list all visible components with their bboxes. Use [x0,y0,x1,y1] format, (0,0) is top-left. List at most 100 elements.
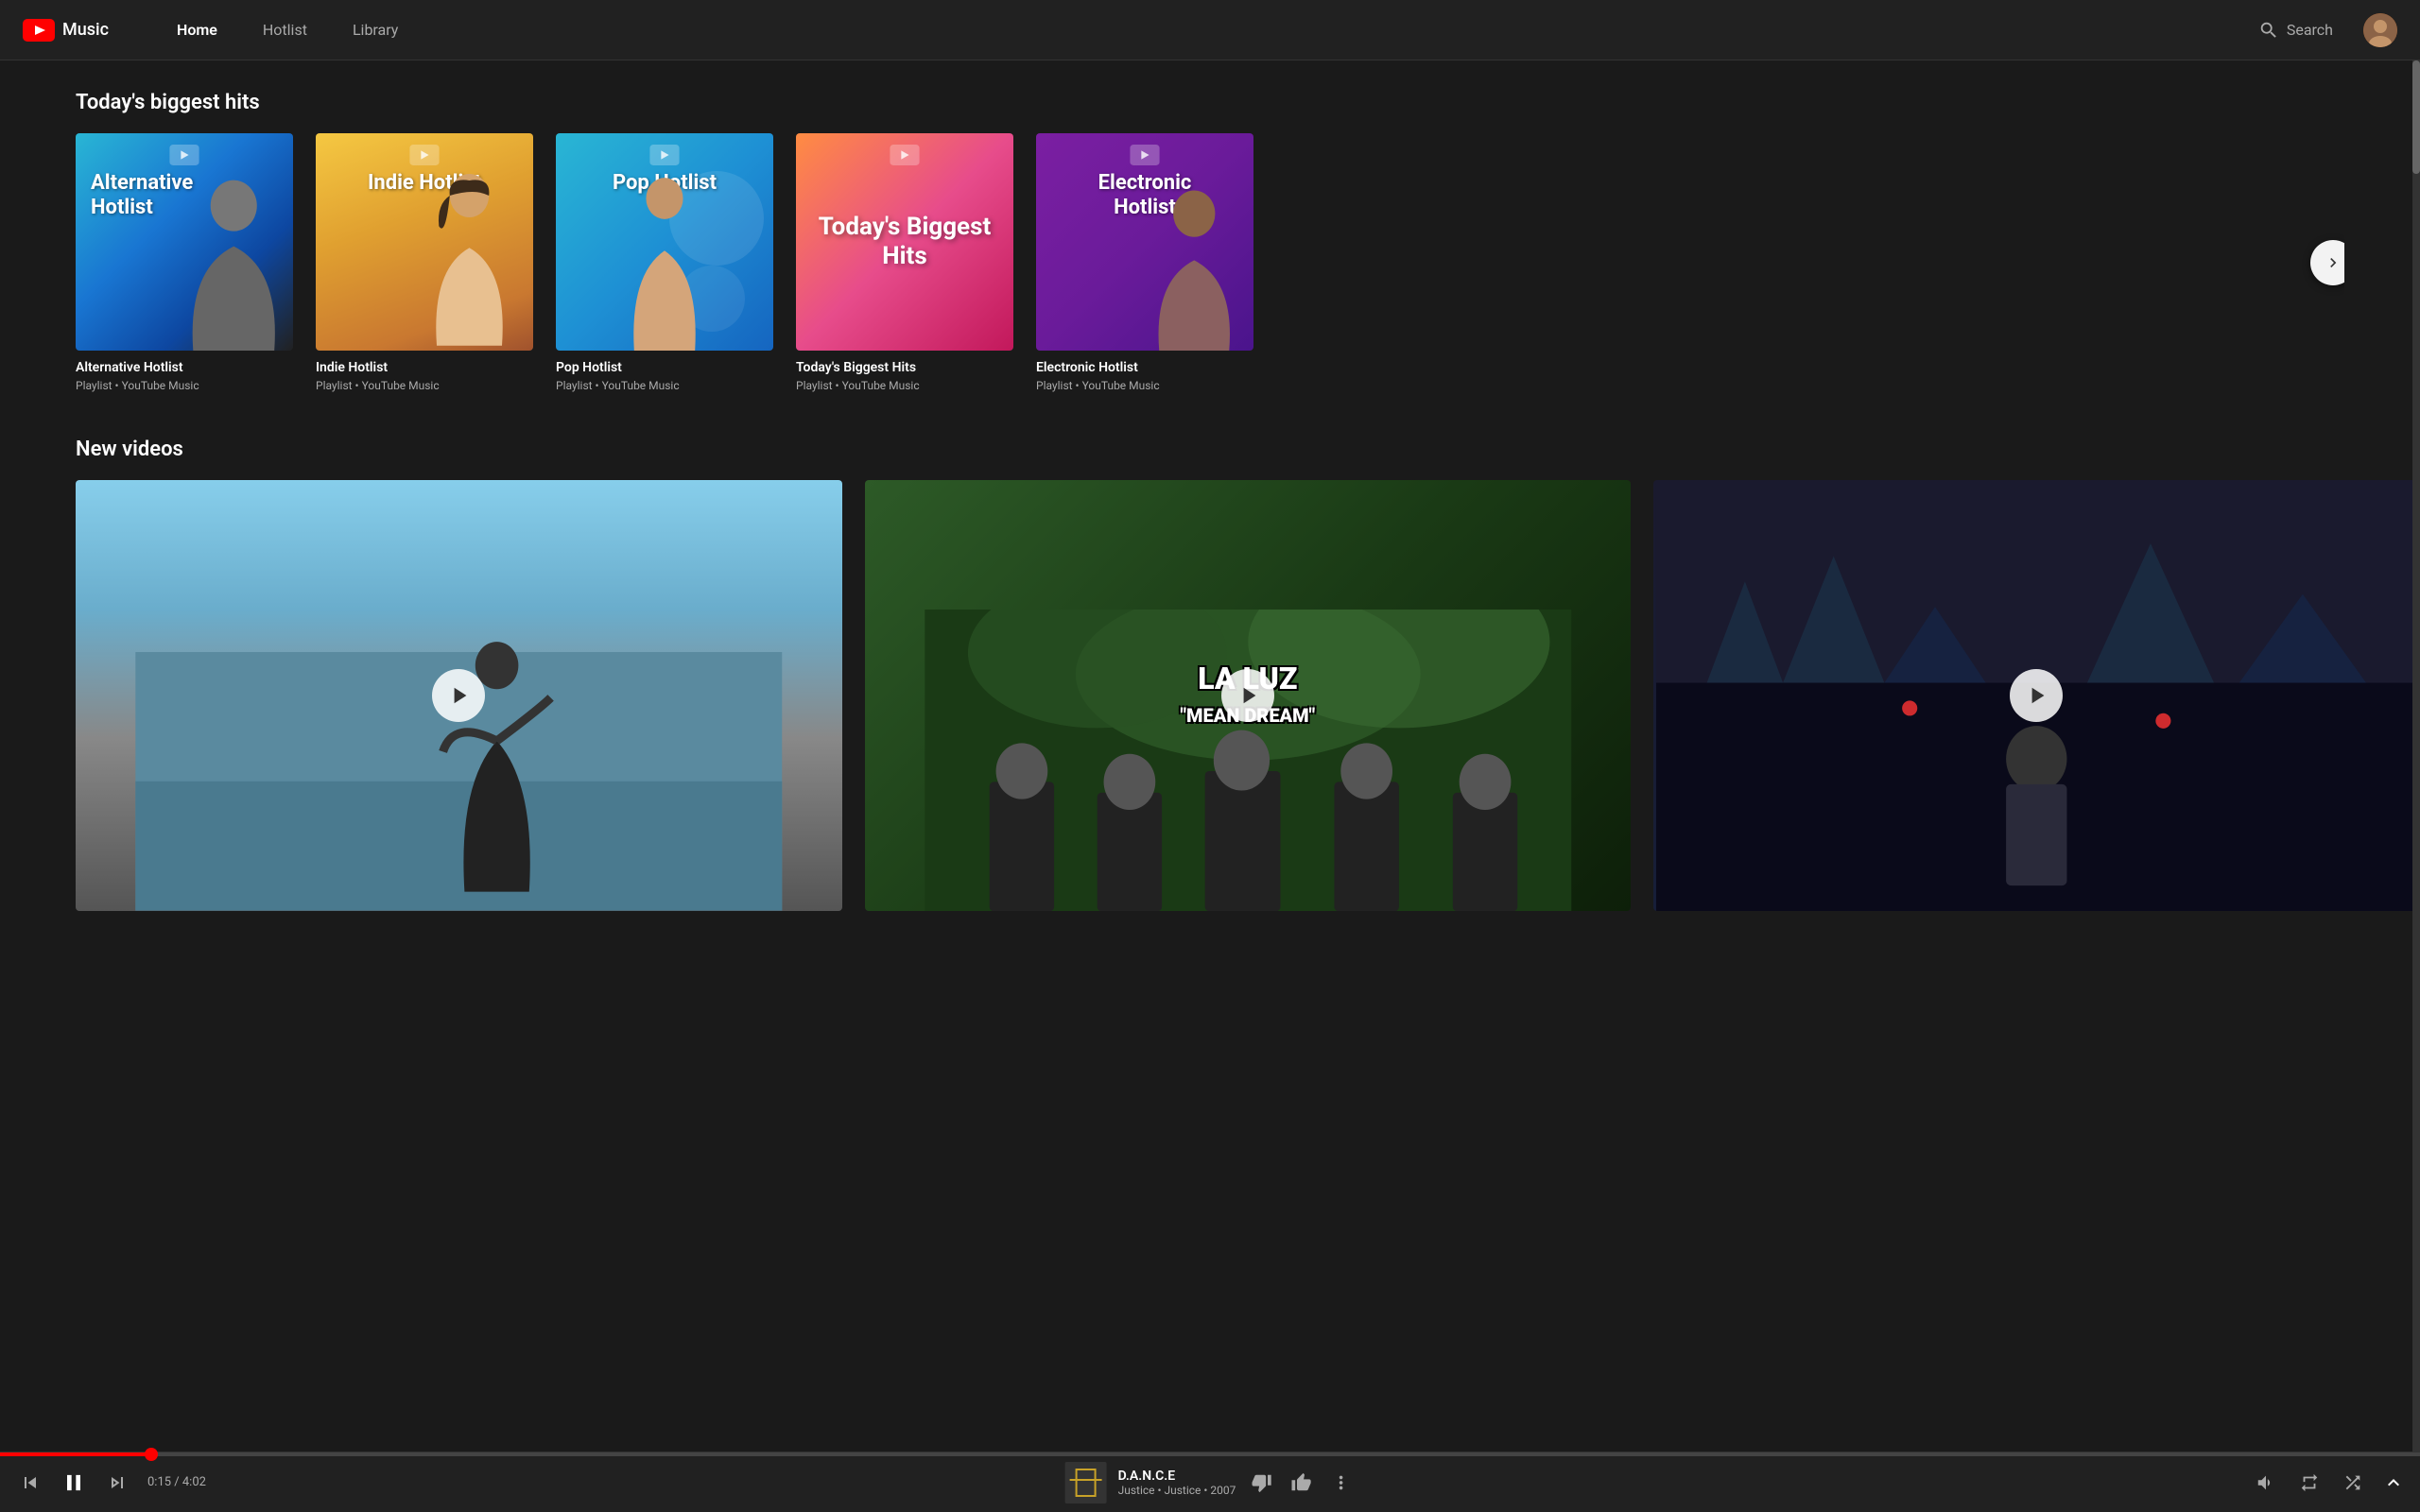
card-play-icon-pop [649,145,680,169]
card-pop-meta: Playlist • YouTube Music [556,379,773,392]
video-card-3[interactable] [1653,480,2420,911]
card-electronic-name: Electronic Hotlist [1036,360,1253,375]
card-electronic-meta: Playlist • YouTube Music [1036,379,1253,392]
logo[interactable]: Music [23,19,109,42]
track-info: D.A.N.C.E Justice • Justice • 2007 [1065,1462,1356,1503]
card-electronic-hotlist[interactable]: ElectronicHotlist Electronic Hotlist Pla… [1036,133,1253,392]
video-thumb-1 [76,480,842,911]
dancer-figure [382,633,612,892]
next-carousel-button[interactable] [2310,240,2344,285]
progress-thumb [145,1448,158,1461]
search-label: Search [2287,21,2333,39]
card-indie-hotlist[interactable]: Indie Hotlist Indie Hotlist Playlist • Y… [316,133,533,392]
card-alt-hotlist-thumb: AlternativeHotlist [76,133,293,351]
biggest-hits-cards: AlternativeHotlist Alternative Hotlist P… [76,133,2344,392]
card-biggest-label: Today's Biggest Hits [796,205,1013,279]
card-pop-thumb: Pop Hotlist [556,133,773,351]
more-button[interactable] [1326,1469,1355,1497]
card-indie-name: Indie Hotlist [316,360,533,375]
like-button[interactable] [1287,1469,1315,1497]
search-icon [2258,20,2279,41]
video-play-btn-3[interactable] [2010,669,2063,722]
like-icon [1290,1472,1311,1493]
biggest-hits-section: Today's biggest hits AlternativeHotlist [0,91,2420,392]
prev-button[interactable] [15,1468,45,1498]
header: Music Home Hotlist Library Search EARLY … [0,0,2420,60]
time-display: 0:15 / 4:02 [147,1475,206,1489]
nav-library[interactable]: Library [330,0,421,60]
search-area[interactable]: Search [2258,20,2333,41]
play-icon-2 [1239,685,1260,706]
nav-home[interactable]: Home [154,0,240,60]
video-card-2[interactable]: LA LUZ"MEAN DREAM" [865,480,1632,911]
band-scene [865,610,1632,911]
card-alt-hotlist[interactable]: AlternativeHotlist Alternative Hotlist P… [76,133,293,392]
more-icon [1330,1472,1351,1493]
pause-button[interactable] [57,1466,91,1500]
video-play-btn-2[interactable] [1221,669,1274,722]
yt-logo-small-pop [649,145,680,165]
card-biggest-name: Today's Biggest Hits [796,360,1013,375]
videos-row: LA LUZ"MEAN DREAM" [76,480,2420,911]
card-biggest-thumb: Today's Biggest Hits [796,133,1013,351]
chevron-up-icon [2382,1471,2405,1494]
video-card-1[interactable] [76,480,842,911]
volume-icon [2256,1472,2276,1493]
yt-logo-small-electronic [1130,145,1160,165]
progress-fill [0,1452,151,1456]
playback-right [2252,1469,2405,1497]
card-pop-hotlist[interactable]: Pop Hotlist Pop Hotlist Playlist • YouTu… [556,133,773,392]
next-icon [106,1471,129,1494]
card-pop-name: Pop Hotlist [556,360,773,375]
nav-hotlist[interactable]: Hotlist [240,0,330,60]
scrollbar-track[interactable] [2412,60,2420,1452]
playback-bar: 0:15 / 4:02 D.A.N.C.E Justice • Justice … [0,1452,2420,1512]
new-videos-title: New videos [76,438,2420,461]
next-button[interactable] [102,1468,132,1498]
chevron-right-icon [2324,253,2342,272]
video-thumb-3 [1653,480,2420,911]
track-details: D.A.N.C.E Justice • Justice • 2007 [1118,1469,1236,1497]
shuffle-button[interactable] [2339,1469,2367,1497]
queue-button[interactable] [2382,1471,2405,1494]
prev-icon [19,1471,42,1494]
card-alt-name: Alternative Hotlist [76,360,293,375]
yt-logo-small-biggest [890,145,920,165]
card-biggest-meta: Playlist • YouTube Music [796,379,1013,392]
video-play-btn-1[interactable] [432,669,485,722]
person-silhouette-pop [611,177,719,351]
avatar-image [2363,13,2397,47]
track-subtitle: Justice • Justice • 2007 [1118,1484,1236,1497]
person-silhouette-indie [415,166,524,352]
person-silhouette-alt [174,177,294,351]
pause-icon [60,1469,87,1496]
yt-logo-small [169,145,199,165]
nav: Home Hotlist Library [154,0,2258,60]
card-play-icon-biggest [890,145,920,169]
header-right: EARLY ACCESS [2363,13,2397,47]
volume-button[interactable] [2252,1469,2280,1497]
avatar[interactable] [2363,13,2397,47]
card-indie-meta: Playlist • YouTube Music [316,379,533,392]
repeat-button[interactable] [2295,1469,2324,1497]
card-play-icon-electronic [1130,145,1160,169]
card-indie-thumb: Indie Hotlist [316,133,533,351]
video-thumb-2: LA LUZ"MEAN DREAM" [865,480,1632,911]
shuffle-icon [2342,1472,2363,1493]
progress-bar[interactable] [0,1452,2420,1456]
scrollbar-thumb[interactable] [2412,60,2420,174]
dislike-button[interactable] [1247,1469,1275,1497]
youtube-icon [23,19,55,42]
playback-controls: 0:15 / 4:02 [15,1466,206,1500]
yt-logo-small-indie [409,145,440,165]
main-content: Today's biggest hits AlternativeHotlist [0,60,2420,941]
biggest-hits-title: Today's biggest hits [76,91,2344,114]
card-play-icon [169,145,199,169]
track-title: D.A.N.C.E [1118,1469,1236,1484]
person-silhouette-electronic [1134,188,1254,352]
dislike-icon [1251,1472,1271,1493]
play-icon-3 [2028,685,2048,706]
card-biggest-hits[interactable]: Today's Biggest Hits Today's Biggest Hit… [796,133,1013,392]
track-cross-icon [1076,1469,1097,1497]
card-alt-meta: Playlist • YouTube Music [76,379,293,392]
